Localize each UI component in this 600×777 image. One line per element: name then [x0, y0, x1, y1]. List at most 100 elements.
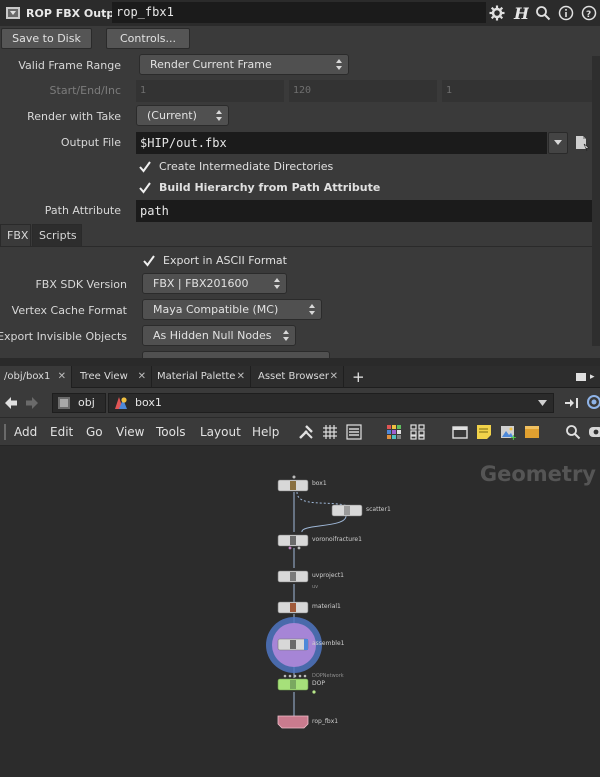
path-segment-obj[interactable]: obj: [52, 393, 106, 413]
menu-arrows-icon: [283, 330, 289, 341]
menu-view[interactable]: View: [116, 418, 144, 446]
node-voronoifracture1[interactable]: [277, 534, 309, 550]
geometry-object-icon: [114, 396, 128, 416]
chevron-down-icon: [554, 140, 562, 145]
pane-arrow-icon[interactable]: ▸: [590, 372, 600, 382]
pane-tab-asset-browser[interactable]: Asset Browser ✕: [254, 366, 344, 388]
create-dirs-label: Create Intermediate Directories: [159, 160, 334, 173]
path-attribute-label: Path Attribute: [44, 204, 121, 217]
close-icon[interactable]: ✕: [330, 366, 338, 388]
pane-tab-tree-view[interactable]: Tree View ✕: [76, 366, 152, 388]
menu-go[interactable]: Go: [86, 418, 103, 446]
pane-tab-obj-box1[interactable]: /obj/box1 ✕: [0, 366, 72, 388]
partial-menu-cut-off: [142, 351, 330, 358]
list-view-icon[interactable]: [346, 424, 362, 440]
pane-divider[interactable]: [0, 358, 600, 366]
wrench-icon[interactable]: [298, 424, 314, 440]
pane-tab-label: Material Palette: [157, 371, 236, 382]
node-material1[interactable]: [277, 601, 309, 614]
start-frame-field[interactable]: 1: [136, 80, 284, 102]
close-icon[interactable]: ✕: [237, 366, 245, 388]
parameter-area: Save to Disk Controls... Valid Frame Ran…: [0, 26, 600, 358]
link-icon[interactable]: [586, 394, 600, 413]
output-file-field[interactable]: $HIP/out.fbx: [136, 132, 547, 154]
color-palette-icon[interactable]: [386, 424, 402, 440]
render-with-take-label: Render with Take: [27, 110, 121, 123]
build-hierarchy-label: Build Hierarchy from Path Attribute: [159, 181, 381, 194]
pin-icon[interactable]: [564, 396, 580, 413]
houdini-h-icon[interactable]: H: [509, 2, 531, 24]
tab-fbx[interactable]: FBX: [0, 224, 31, 246]
menu-edit[interactable]: Edit: [50, 418, 73, 446]
save-to-disk-button[interactable]: Save to Disk: [1, 28, 92, 49]
tab-scripts[interactable]: Scripts: [32, 224, 82, 246]
pane-tab-material-palette[interactable]: Material Palette ✕: [153, 366, 251, 388]
grid-snap-icon[interactable]: [322, 424, 338, 440]
node-label-scatter1: scatter1: [366, 506, 391, 513]
network-box-icon[interactable]: [452, 424, 468, 440]
parameter-scrollbar[interactable]: [592, 56, 600, 346]
path-segment-current[interactable]: box1: [108, 393, 554, 413]
forward-arrow-icon[interactable]: [25, 396, 39, 413]
menu-arrows-icon: [274, 278, 280, 289]
node-scatter1[interactable]: [331, 504, 363, 517]
rop-fbx-icon: [4, 4, 22, 22]
menu-tools[interactable]: Tools: [156, 418, 186, 446]
close-icon[interactable]: ✕: [58, 366, 66, 388]
valid-frame-range-label: Valid Frame Range: [18, 59, 121, 72]
fbx-sdk-version-menu[interactable]: FBX | FBX201600: [142, 273, 287, 294]
network-menu-bar: Add Edit Go View Tools Layout Help +: [0, 418, 600, 446]
node-dop[interactable]: [277, 674, 316, 694]
node-uvproject1[interactable]: [277, 570, 309, 583]
menu-arrows-icon: [336, 59, 342, 70]
node-label-rop-fbx1: rop_fbx1: [312, 718, 339, 725]
background-image-icon[interactable]: +: [500, 424, 517, 442]
help-icon[interactable]: ?: [578, 2, 600, 24]
svg-text:?: ?: [586, 10, 591, 20]
file-chooser-icon[interactable]: [574, 134, 590, 152]
valid-frame-range-menu[interactable]: Render Current Frame: [139, 54, 349, 75]
node-name-field[interactable]: rop_fbx1: [112, 2, 486, 23]
sticky-note-icon[interactable]: [476, 424, 492, 440]
shape-palette-icon[interactable]: [410, 424, 426, 440]
search-icon[interactable]: [565, 424, 581, 440]
close-icon[interactable]: ✕: [138, 366, 146, 388]
wire-box-scatter: [296, 491, 349, 507]
node-label-box1: box1: [312, 480, 327, 487]
export-invisible-menu[interactable]: As Hidden Null Nodes: [142, 325, 296, 346]
increment-field[interactable]: 1: [442, 80, 592, 102]
chevron-down-icon[interactable]: [538, 400, 547, 407]
info-icon[interactable]: [555, 2, 577, 24]
build-hierarchy-toggle[interactable]: Build Hierarchy from Path Attribute: [139, 181, 380, 194]
create-dirs-toggle[interactable]: Create Intermediate Directories: [139, 160, 333, 173]
vertex-cache-format-menu[interactable]: Maya Compatible (MC): [142, 299, 322, 320]
asset-icon[interactable]: [524, 424, 540, 440]
pane-tab-label: Asset Browser: [258, 371, 330, 382]
add-pane-tab-icon[interactable]: +: [352, 368, 368, 386]
export-ascii-toggle[interactable]: Export in ASCII Format: [143, 254, 287, 267]
end-frame-field[interactable]: 120: [289, 80, 437, 102]
pane-menu-icon[interactable]: [576, 373, 586, 381]
export-invisible-label: Export Invisible Objects: [0, 330, 127, 343]
controls-button[interactable]: Controls...: [106, 28, 190, 49]
valid-frame-range-value: Render Current Frame: [150, 58, 272, 71]
gear-icon[interactable]: [486, 2, 508, 24]
network-path-bar: obj box1: [0, 388, 600, 418]
menu-layout[interactable]: Layout: [200, 418, 241, 446]
network-editor[interactable]: Geometry box1 scatter1 voronoifracture1 …: [0, 446, 600, 777]
output-file-dropdown[interactable]: [548, 132, 568, 154]
search-icon[interactable]: [532, 2, 554, 24]
menu-add[interactable]: Add: [14, 418, 37, 446]
node-rop-fbx1[interactable]: [277, 715, 309, 729]
export-ascii-label: Export in ASCII Format: [163, 254, 287, 267]
back-arrow-icon[interactable]: [4, 396, 18, 413]
checkmark-icon: [143, 254, 155, 267]
menu-arrows-icon: [309, 304, 315, 315]
flag-icon[interactable]: [588, 424, 600, 440]
menu-help[interactable]: Help: [252, 418, 279, 446]
node-box1[interactable]: [277, 475, 309, 492]
node-assemble1[interactable]: [277, 638, 309, 651]
render-with-take-menu[interactable]: (Current): [136, 105, 229, 126]
svg-text:H: H: [513, 4, 529, 22]
path-attribute-field[interactable]: path: [136, 200, 592, 222]
